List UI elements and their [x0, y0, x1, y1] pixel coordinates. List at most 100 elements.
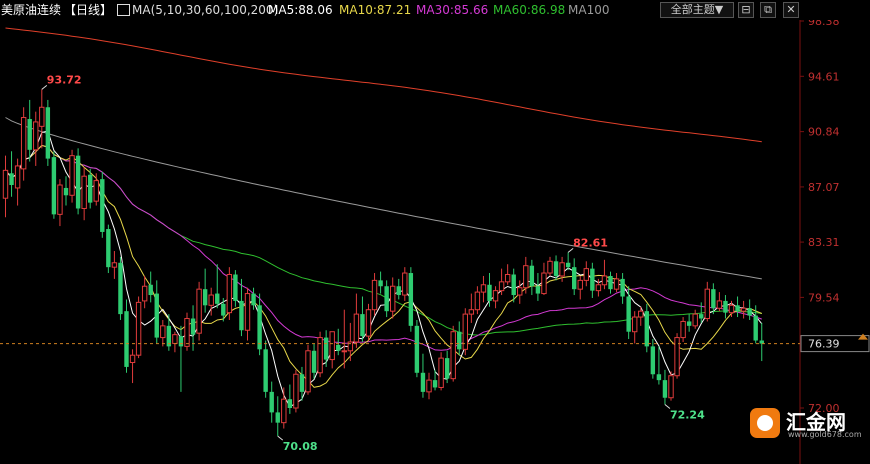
- candle-down: [620, 278, 625, 297]
- indicator-bar: 美原油连续 【日线】 MA(5,10,30,60,100,200) MA5:88…: [0, 0, 870, 20]
- candle-up: [365, 309, 372, 337]
- period-label[interactable]: 【日线】: [64, 0, 112, 20]
- ma100-value: MA100: [568, 3, 610, 17]
- instrument-name[interactable]: 美原油连续: [1, 0, 61, 20]
- gold678-logo-icon: [750, 408, 780, 438]
- close-icon[interactable]: ✕: [783, 2, 799, 18]
- ma5-value: MA5:88.06: [268, 3, 333, 17]
- chart-settings-icon[interactable]: ⊟: [738, 2, 754, 18]
- candle-up: [141, 285, 148, 302]
- candle-down: [63, 187, 69, 196]
- candle-up: [135, 301, 142, 356]
- candle-up: [293, 373, 299, 409]
- candle-down: [396, 286, 401, 296]
- candle-down: [699, 314, 704, 319]
- candle-up: [305, 350, 311, 393]
- candle-up: [402, 272, 408, 296]
- candle-down: [457, 331, 462, 350]
- candle-down: [287, 399, 293, 408]
- candle-down: [529, 265, 535, 287]
- candle-up: [480, 284, 487, 293]
- candle-up: [517, 287, 523, 296]
- candle-up: [728, 304, 735, 314]
- candle-up: [438, 357, 444, 388]
- candle-up: [547, 260, 553, 274]
- candle-up: [716, 300, 723, 309]
- candle-down: [735, 305, 740, 312]
- candle-up: [81, 175, 87, 209]
- candle-up: [613, 278, 620, 290]
- candle-up: [329, 331, 335, 361]
- candle-up: [740, 307, 747, 312]
- y-tick-label: 83.31: [808, 236, 840, 249]
- candle-up: [595, 284, 602, 292]
- last-price-label: 76.39: [808, 338, 840, 351]
- candle-down: [311, 350, 317, 373]
- candle-down: [154, 293, 159, 338]
- candle-down: [644, 311, 649, 347]
- candle-up: [523, 265, 529, 289]
- candle-up: [20, 117, 27, 170]
- candle-up: [160, 325, 166, 339]
- candle-up: [281, 398, 287, 424]
- candle-down: [511, 274, 516, 296]
- candle-up: [69, 155, 75, 196]
- candle-down: [747, 308, 752, 316]
- candle-up: [129, 354, 136, 364]
- candle-down: [233, 274, 238, 301]
- candle-up: [93, 180, 99, 202]
- chart-type-icon[interactable]: [117, 4, 130, 16]
- topic-dropdown[interactable]: 全部主题▼: [660, 2, 734, 18]
- candle-up: [111, 262, 118, 268]
- candle-down: [656, 374, 662, 381]
- candle-down: [221, 303, 226, 316]
- candle-down: [487, 284, 492, 301]
- candle-up: [583, 268, 589, 281]
- candle-up: [353, 313, 360, 343]
- candle-down: [275, 412, 280, 423]
- candle-down: [239, 300, 244, 331]
- candle-up: [450, 331, 456, 380]
- candle-up: [632, 316, 638, 333]
- candle-up: [208, 294, 214, 306]
- ma10-value: MA10:87.21: [339, 3, 412, 17]
- candle-up: [390, 285, 396, 312]
- candle-up: [498, 281, 505, 292]
- candle-up: [577, 279, 583, 290]
- candle-up: [33, 121, 39, 151]
- candle-up: [371, 279, 378, 311]
- candle-up: [172, 334, 178, 344]
- candle-down: [263, 349, 268, 392]
- candle-down: [414, 325, 420, 373]
- candle-up: [468, 309, 475, 315]
- candle-up: [57, 184, 63, 215]
- y-tick-label: 79.54: [808, 291, 840, 304]
- candle-down: [124, 311, 129, 367]
- ma200-line: [5, 27, 762, 143]
- candle-down: [178, 336, 184, 347]
- candle-down: [565, 262, 571, 268]
- gold678-logo[interactable]: 汇金网 www.gold678.com: [748, 404, 866, 444]
- logo-url: www.gold678.com: [788, 430, 862, 439]
- ma-params[interactable]: MA(5,10,30,60,100,200): [132, 0, 278, 20]
- candle-down: [378, 280, 383, 287]
- ma60-value: MA60:86.98: [493, 3, 566, 17]
- restore-icon[interactable]: ⧉: [760, 2, 776, 18]
- candle-down: [190, 318, 196, 335]
- candle-up: [14, 165, 21, 189]
- ma30-value: MA30:85.66: [416, 3, 489, 17]
- candle-down: [360, 314, 365, 337]
- annotation-low: 72.24: [670, 408, 705, 421]
- candle-down: [45, 107, 51, 159]
- candle-down: [88, 174, 93, 203]
- candle-down: [9, 173, 14, 186]
- candle-up: [541, 272, 547, 295]
- candle-up: [704, 288, 710, 320]
- candle-down: [408, 273, 414, 326]
- candle-down: [626, 296, 631, 332]
- candle-down: [215, 293, 220, 304]
- candlestick-chart[interactable]: 98.3894.6190.8487.0783.3179.5472.0076.39…: [0, 0, 870, 464]
- candle-down: [106, 229, 111, 268]
- candle-up: [184, 318, 190, 347]
- candle-down: [608, 275, 613, 290]
